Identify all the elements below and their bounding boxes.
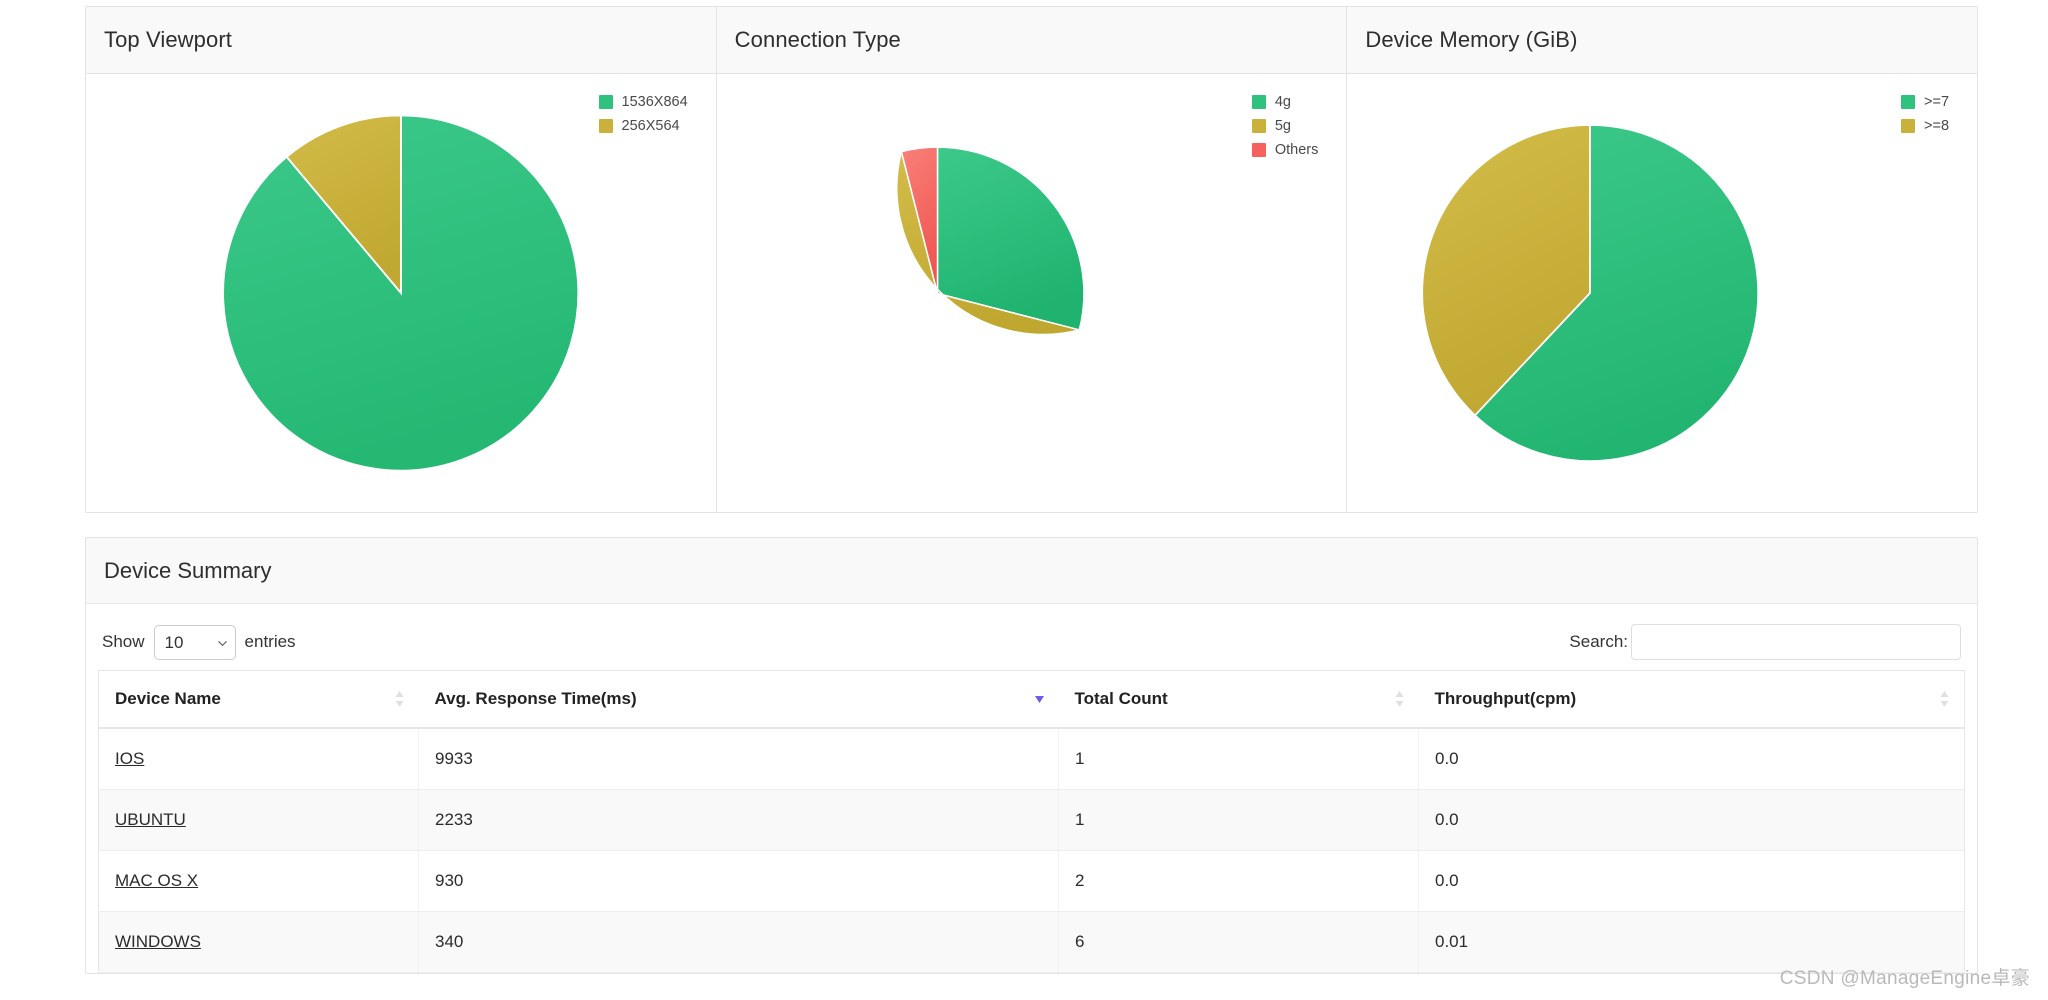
card-top-viewport: Top Viewport 1536X864 256X564: [86, 7, 717, 512]
table-head: Device Name Avg. Response Time(ms): [99, 671, 1965, 729]
card-header: Connection Type: [717, 7, 1347, 74]
sort-desc-icon: [1034, 690, 1045, 708]
pie-svg[interactable]: [1415, 118, 1765, 468]
cell-avg-response-time: 930: [419, 851, 1059, 912]
pie-chart-top-viewport: [86, 74, 716, 512]
entries-length-label: Show 10 25 50 100 ent: [102, 625, 296, 660]
legend-label: 256X564: [622, 118, 680, 134]
device-summary-panel: Device Summary Show 10 25 50 100: [85, 537, 1978, 974]
legend-item[interactable]: 256X564: [599, 118, 688, 134]
legend-label: 4g: [1275, 94, 1291, 110]
sort-both-icon: [394, 690, 405, 708]
panel-header: Device Summary: [86, 538, 1977, 604]
table-row: IOS 9933 1 0.0: [99, 728, 1965, 790]
legend-swatch-icon: [1901, 95, 1915, 109]
card-connection-type: Connection Type 4g 5g Others: [717, 7, 1348, 512]
cell-avg-response-time: 9933: [419, 728, 1059, 790]
cell-avg-response-time: 2233: [419, 790, 1059, 851]
cell-throughput: 0.0: [1419, 790, 1965, 851]
column-label: Total Count: [1075, 689, 1168, 708]
card-body: >=7 >=8: [1347, 74, 1977, 512]
legend-item[interactable]: 1536X864: [599, 94, 688, 110]
dashboard-page: Top Viewport 1536X864 256X564: [0, 0, 2048, 1000]
cell-total-count: 1: [1059, 790, 1419, 851]
card-title: Device Memory (GiB): [1365, 27, 1577, 53]
legend-swatch-icon: [1252, 143, 1266, 157]
legend-label: Others: [1275, 142, 1319, 158]
table-row: UBUNTU 2233 1 0.0: [99, 790, 1965, 851]
cell-device-name: WINDOWS: [99, 912, 419, 973]
legend-swatch-icon: [1252, 119, 1266, 133]
legend-label: >=7: [1924, 94, 1949, 110]
cell-device-name: UBUNTU: [99, 790, 419, 851]
device-link[interactable]: MAC OS X: [115, 871, 198, 890]
pie-chart-device-memory: [1347, 74, 1977, 512]
cell-device-name: IOS: [99, 728, 419, 790]
datatable-controls: Show 10 25 50 100 ent: [98, 618, 1965, 670]
cell-throughput: 0.0: [1419, 851, 1965, 912]
table-row: MAC OS X 930 2 0.0: [99, 851, 1965, 912]
legend-swatch-icon: [599, 95, 613, 109]
cell-avg-response-time: 340: [419, 912, 1059, 973]
legend-label: 1536X864: [622, 94, 688, 110]
legend-label: >=8: [1924, 118, 1949, 134]
table-header-row: Device Name Avg. Response Time(ms): [99, 671, 1965, 729]
card-header: Device Memory (GiB): [1347, 7, 1977, 74]
legend-item[interactable]: 5g: [1252, 118, 1319, 134]
search-control: Search:: [1569, 624, 1961, 660]
entries-label: entries: [245, 632, 296, 652]
device-link[interactable]: UBUNTU: [115, 810, 186, 829]
cell-total-count: 1: [1059, 728, 1419, 790]
cell-device-name: MAC OS X: [99, 851, 419, 912]
legend-item[interactable]: >=7: [1901, 94, 1949, 110]
device-summary-table: Device Name Avg. Response Time(ms): [98, 670, 1965, 973]
legend-item[interactable]: Others: [1252, 142, 1319, 158]
column-header-throughput[interactable]: Throughput(cpm): [1419, 671, 1965, 729]
cell-throughput: 0.0: [1419, 728, 1965, 790]
panel-body: Show 10 25 50 100 ent: [86, 604, 1977, 973]
legend-label: 5g: [1275, 118, 1291, 134]
legend-swatch-icon: [599, 119, 613, 133]
card-title: Connection Type: [735, 27, 901, 53]
show-label: Show: [102, 632, 145, 652]
table-row: WINDOWS 340 6 0.01: [99, 912, 1965, 973]
panel-title: Device Summary: [104, 558, 271, 584]
chart-legend: 4g 5g Others: [1252, 94, 1319, 158]
column-header-total-count[interactable]: Total Count: [1059, 671, 1419, 729]
card-body: 1536X864 256X564: [86, 74, 716, 512]
sort-both-icon: [1394, 690, 1405, 708]
search-input[interactable]: [1631, 624, 1961, 660]
pie-svg[interactable]: [216, 108, 586, 478]
chart-legend: >=7 >=8: [1901, 94, 1949, 134]
column-header-avg-response-time[interactable]: Avg. Response Time(ms): [419, 671, 1059, 729]
legend-item[interactable]: 4g: [1252, 94, 1319, 110]
sort-both-icon: [1939, 690, 1950, 708]
pie-svg[interactable]: [785, 141, 1090, 446]
chart-legend: 1536X864 256X564: [599, 94, 688, 134]
cell-total-count: 2: [1059, 851, 1419, 912]
cell-total-count: 6: [1059, 912, 1419, 973]
pie-chart-cards-row: Top Viewport 1536X864 256X564: [85, 6, 1978, 513]
column-label: Throughput(cpm): [1435, 689, 1577, 708]
column-label: Device Name: [115, 689, 221, 708]
page-length-select[interactable]: 10 25 50 100: [154, 625, 236, 660]
device-link[interactable]: IOS: [115, 749, 144, 768]
card-title: Top Viewport: [104, 27, 232, 53]
column-label: Avg. Response Time(ms): [435, 689, 637, 708]
legend-swatch-icon: [1901, 119, 1915, 133]
card-header: Top Viewport: [86, 7, 716, 74]
column-header-device-name[interactable]: Device Name: [99, 671, 419, 729]
page-length-select-wrap: 10 25 50 100: [154, 625, 236, 660]
card-body: 4g 5g Others: [717, 74, 1347, 512]
table-body: IOS 9933 1 0.0 UBUNTU 2233 1 0.0: [99, 728, 1965, 973]
device-link[interactable]: WINDOWS: [115, 932, 201, 951]
cell-throughput: 0.01: [1419, 912, 1965, 973]
legend-item[interactable]: >=8: [1901, 118, 1949, 134]
legend-swatch-icon: [1252, 95, 1266, 109]
entries-length-control: Show 10 25 50 100 ent: [102, 625, 296, 660]
card-device-memory: Device Memory (GiB) >=7 >=8: [1347, 7, 1977, 512]
search-label: Search:: [1569, 632, 1628, 652]
search-label-wrap: Search:: [1569, 624, 1961, 660]
